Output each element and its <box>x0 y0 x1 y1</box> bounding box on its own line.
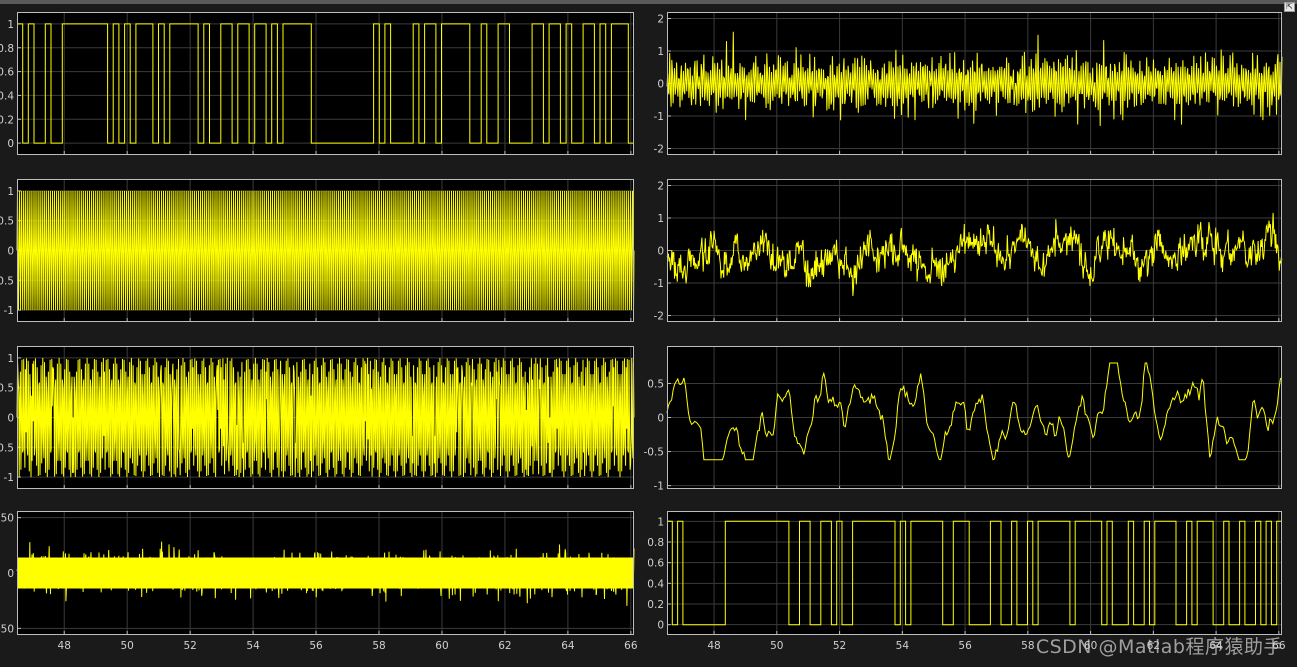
scope-panel-4: -2 -1 0 1 2 <box>654 179 1283 323</box>
y-tick-label: 1 <box>7 186 14 198</box>
y-tick-label: -1 <box>4 305 14 317</box>
y-tick-label: 0 <box>7 246 14 258</box>
y-tick-label: 0 <box>657 413 664 425</box>
y-tick-label: 1 <box>7 19 14 31</box>
y-tick-label: 0 <box>7 413 14 425</box>
y-tick-label: 0.8 <box>0 43 14 55</box>
x-tick-label: 48 <box>58 640 71 652</box>
x-tick-label: 52 <box>183 640 196 652</box>
scope-panel-5: -1 -0.5 0 0.5 1 <box>0 346 635 489</box>
y-tick-label: 0.6 <box>647 558 664 570</box>
signal-noise-band <box>17 557 634 589</box>
x-tick-label: 54 <box>896 640 910 652</box>
scope-panel-7: 48 50 52 54 56 58 60 62 64 66 -50 0 50 <box>0 511 638 652</box>
signal-trace <box>16 190 635 311</box>
y-tick-label: -0.5 <box>0 442 14 454</box>
y-tick-label: 0.5 <box>647 378 664 390</box>
y-tick-label: -0.5 <box>0 275 14 287</box>
y-tick-label: 0.4 <box>647 578 664 590</box>
x-tick-label: 64 <box>561 640 575 652</box>
x-tick-label: 50 <box>120 640 133 652</box>
y-tick-label: 0.4 <box>0 90 14 102</box>
scope-panel-1: 0 0.2 0.4 0.6 0.8 1 <box>0 12 634 155</box>
scope-display: 00.20.40.60.81-2-1012-1-0.500.51-2-1012-… <box>0 12 1286 652</box>
x-tick-label: 50 <box>770 640 783 652</box>
scope-panel-8: 48 50 52 54 56 58 60 62 64 6600.20.40.60.81 <box>647 511 1286 652</box>
y-tick-label: -1 <box>654 481 664 493</box>
y-tick-label: 0 <box>657 246 664 258</box>
x-tick-label: 58 <box>372 640 385 652</box>
y-tick-label: 1 <box>657 516 664 528</box>
x-tick-label: 48 <box>707 640 720 652</box>
x-tick-label: 56 <box>309 640 323 652</box>
y-tick-label: 0.5 <box>0 383 14 395</box>
scope-panel-2: -2 -1 0 1 2 <box>654 12 1283 156</box>
y-tick-label: 0 <box>657 620 664 632</box>
y-tick-label: 2 <box>657 181 664 193</box>
y-tick-label: -50 <box>0 623 14 635</box>
y-tick-label: -0.5 <box>644 447 665 459</box>
y-tick-label: 0.2 <box>647 599 664 611</box>
x-tick-label: 58 <box>1021 640 1034 652</box>
y-tick-label: 1 <box>657 46 664 58</box>
y-tick-label: 1 <box>7 353 14 365</box>
x-tick-label: 60 <box>435 640 448 652</box>
y-tick-label: -1 <box>654 111 664 123</box>
scope-panel-3: -1 -0.5 0 0.5 1 <box>0 179 635 322</box>
y-tick-label: 0.6 <box>0 67 14 79</box>
y-tick-label: 0.8 <box>647 537 664 549</box>
y-tick-label: 1 <box>657 213 664 225</box>
y-tick-label: -1 <box>654 278 664 290</box>
y-tick-label: 0.2 <box>0 114 14 126</box>
y-tick-label: -1 <box>4 472 14 484</box>
x-tick-label: 54 <box>246 640 260 652</box>
x-tick-label: 56 <box>958 640 972 652</box>
y-tick-label: 2 <box>657 14 664 26</box>
y-tick-label: 0 <box>657 79 664 91</box>
y-tick-label: 50 <box>1 513 14 525</box>
y-tick-label: -2 <box>654 311 664 323</box>
y-tick-label: 0 <box>7 138 14 150</box>
y-tick-label: 0 <box>7 568 14 580</box>
plot-area <box>667 511 1282 635</box>
plot-area <box>17 12 634 155</box>
y-tick-label: -2 <box>654 144 664 156</box>
scope-panel-6: -1 -0.5 0 0.5 <box>644 346 1283 493</box>
x-tick-label: 52 <box>833 640 846 652</box>
x-tick-label: 66 <box>624 640 638 652</box>
x-tick-label: 62 <box>498 640 511 652</box>
y-tick-label: 0.5 <box>0 216 14 228</box>
watermark-text: CSDN @Matlab程序猿助手 <box>1035 636 1283 658</box>
